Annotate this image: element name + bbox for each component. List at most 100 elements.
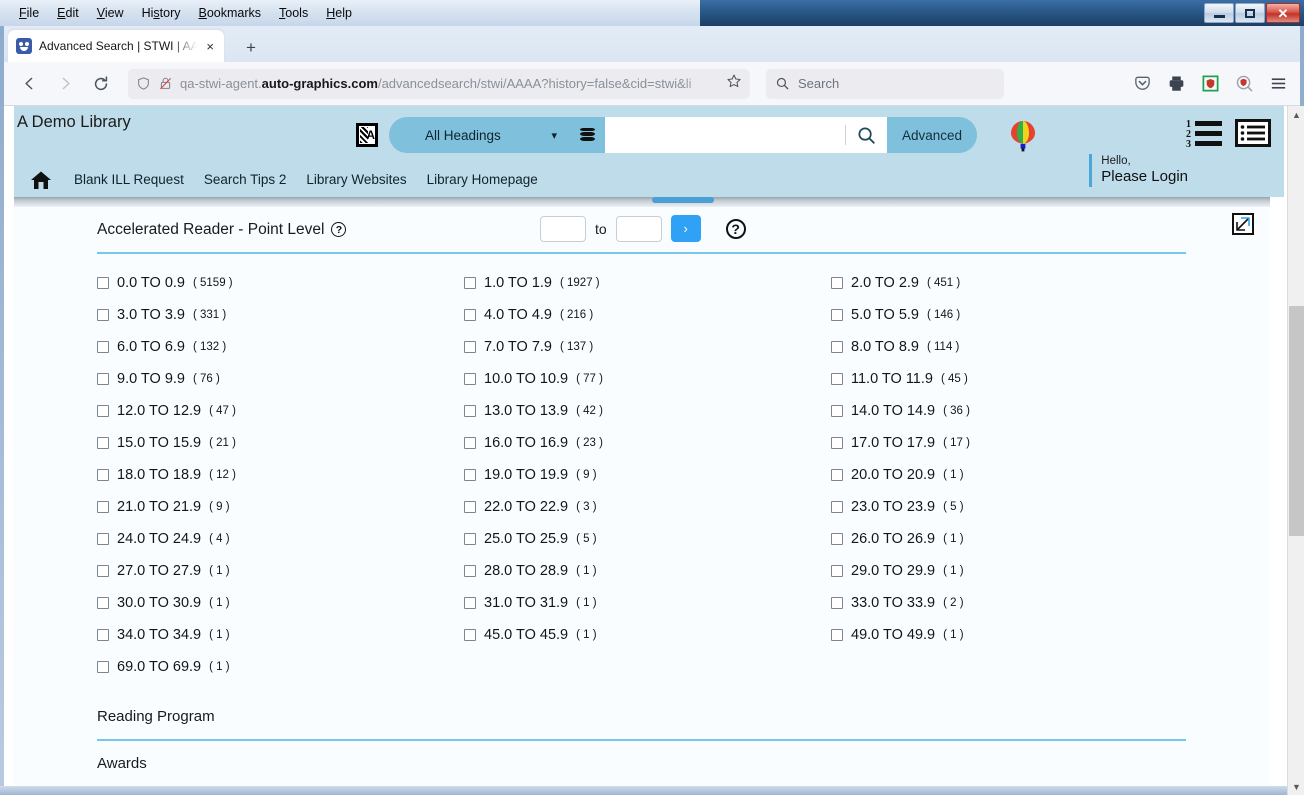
- close-window-button[interactable]: ✕: [1266, 3, 1300, 23]
- checkbox[interactable]: [831, 469, 843, 481]
- facet-option[interactable]: 31.0 TO 31.9 ( 1 ): [464, 587, 831, 619]
- checkbox[interactable]: [97, 629, 109, 641]
- checkbox[interactable]: [831, 565, 843, 577]
- checkbox[interactable]: [97, 437, 109, 449]
- checkbox[interactable]: [464, 469, 476, 481]
- facet-option[interactable]: 16.0 TO 16.9 ( 23 ): [464, 427, 831, 459]
- nav-link-search-tips-2[interactable]: Search Tips 2: [194, 172, 297, 187]
- facet-option[interactable]: 10.0 TO 10.9 ( 77 ): [464, 363, 831, 395]
- menu-history[interactable]: History: [133, 3, 190, 23]
- facet-option[interactable]: 6.0 TO 6.9 ( 132 ): [97, 331, 464, 363]
- facet-option[interactable]: 26.0 TO 26.9 ( 1 ): [831, 523, 1207, 555]
- facet-option[interactable]: 15.0 TO 15.9 ( 21 ): [97, 427, 464, 459]
- scroll-up-button[interactable]: ▲: [1288, 106, 1304, 123]
- maximize-button[interactable]: [1235, 3, 1265, 23]
- facet-option[interactable]: 30.0 TO 30.9 ( 1 ): [97, 587, 464, 619]
- facet-option[interactable]: 8.0 TO 8.9 ( 114 ): [831, 331, 1207, 363]
- checkbox[interactable]: [464, 405, 476, 417]
- print-icon[interactable]: [1166, 74, 1186, 94]
- facet-option[interactable]: 21.0 TO 21.9 ( 9 ): [97, 491, 464, 523]
- facet-option[interactable]: 2.0 TO 2.9 ( 451 ): [831, 267, 1207, 299]
- facet-option[interactable]: 24.0 TO 24.9 ( 4 ): [97, 523, 464, 555]
- search-scope-dropdown[interactable]: All Headings ▾: [389, 117, 569, 153]
- checkbox[interactable]: [97, 597, 109, 609]
- facet-option[interactable]: 9.0 TO 9.9 ( 76 ): [97, 363, 464, 395]
- checkbox[interactable]: [831, 277, 843, 289]
- facet-option[interactable]: 22.0 TO 22.9 ( 3 ): [464, 491, 831, 523]
- facet-option[interactable]: 27.0 TO 27.9 ( 1 ): [97, 555, 464, 587]
- menu-tools[interactable]: Tools: [270, 3, 317, 23]
- site-search-submit[interactable]: [845, 117, 887, 153]
- menu-view[interactable]: View: [88, 3, 133, 23]
- numbered-list-icon[interactable]: 1 2 3: [1186, 118, 1224, 150]
- help-icon[interactable]: ?: [331, 222, 347, 237]
- extension-shield-green-icon[interactable]: [1200, 74, 1220, 94]
- facet-option[interactable]: 14.0 TO 14.9 ( 36 ): [831, 395, 1207, 427]
- scroll-down-button[interactable]: ▼: [1288, 778, 1304, 795]
- user-login-area[interactable]: Hello, Please Login: [1089, 154, 1188, 188]
- facet-option[interactable]: 11.0 TO 11.9 ( 45 ): [831, 363, 1207, 395]
- balloon-icon[interactable]: [1008, 120, 1038, 152]
- menu-file[interactable]: File: [10, 3, 48, 23]
- checkbox[interactable]: [97, 533, 109, 545]
- checkbox[interactable]: [464, 629, 476, 641]
- facet-option[interactable]: 0.0 TO 0.9 ( 5159 ): [97, 267, 464, 299]
- section-awards[interactable]: Awards: [97, 741, 1186, 788]
- new-tab-button[interactable]: +: [240, 36, 262, 58]
- horizontal-scroll-strip[interactable]: [14, 197, 1270, 207]
- facet-option[interactable]: 4.0 TO 4.9 ( 216 ): [464, 299, 831, 331]
- horizontal-scroll-thumb[interactable]: [652, 197, 714, 203]
- checkbox[interactable]: [831, 437, 843, 449]
- list-view-icon[interactable]: [1234, 118, 1272, 148]
- checkbox[interactable]: [831, 405, 843, 417]
- checkbox[interactable]: [464, 565, 476, 577]
- checkbox[interactable]: [831, 373, 843, 385]
- language-icon[interactable]: A: [356, 123, 378, 147]
- checkbox[interactable]: [831, 309, 843, 321]
- checkbox[interactable]: [464, 437, 476, 449]
- login-link[interactable]: Please Login: [1101, 168, 1188, 187]
- checkbox[interactable]: [97, 501, 109, 513]
- checkbox[interactable]: [464, 373, 476, 385]
- facet-option[interactable]: 12.0 TO 12.9 ( 47 ): [97, 395, 464, 427]
- checkbox[interactable]: [97, 405, 109, 417]
- checkbox[interactable]: [464, 597, 476, 609]
- checkbox[interactable]: [97, 469, 109, 481]
- facet-option[interactable]: 45.0 TO 45.9 ( 1 ): [464, 619, 831, 651]
- facet-option[interactable]: 23.0 TO 23.9 ( 5 ): [831, 491, 1207, 523]
- menu-bookmarks[interactable]: Bookmarks: [190, 3, 271, 23]
- nav-link-library-websites[interactable]: Library Websites: [296, 172, 416, 187]
- facet-option[interactable]: 33.0 TO 33.9 ( 2 ): [831, 587, 1207, 619]
- nav-link-blank-ill-request[interactable]: Blank ILL Request: [64, 172, 194, 187]
- checkbox[interactable]: [831, 629, 843, 641]
- checkbox[interactable]: [464, 277, 476, 289]
- browser-tab-active[interactable]: Advanced Search | STWI | AAAA ×: [8, 30, 224, 62]
- facet-option[interactable]: 49.0 TO 49.9 ( 1 ): [831, 619, 1207, 651]
- reload-button[interactable]: [86, 69, 116, 99]
- facet-option[interactable]: 34.0 TO 34.9 ( 1 ): [97, 619, 464, 651]
- browser-search-box[interactable]: Search: [766, 68, 1004, 99]
- facet-option[interactable]: 13.0 TO 13.9 ( 42 ): [464, 395, 831, 427]
- menu-help[interactable]: Help: [317, 3, 361, 23]
- scrollbar-thumb[interactable]: [1289, 306, 1304, 536]
- facet-option[interactable]: 7.0 TO 7.9 ( 137 ): [464, 331, 831, 363]
- extension-search-shield-icon[interactable]: [1234, 74, 1254, 94]
- checkbox[interactable]: [831, 533, 843, 545]
- hamburger-menu-icon[interactable]: [1268, 74, 1288, 94]
- facet-option[interactable]: 69.0 TO 69.9 ( 1 ): [97, 651, 464, 683]
- nav-link-library-homepage[interactable]: Library Homepage: [417, 172, 548, 187]
- range-from-input[interactable]: [540, 215, 586, 242]
- lock-broken-icon[interactable]: [158, 76, 173, 91]
- checkbox[interactable]: [464, 341, 476, 353]
- facet-option[interactable]: 18.0 TO 18.9 ( 12 ): [97, 459, 464, 491]
- site-search-input[interactable]: [605, 117, 845, 153]
- section-reading-program[interactable]: Reading Program: [97, 694, 1186, 741]
- checkbox[interactable]: [831, 597, 843, 609]
- facet-option[interactable]: 3.0 TO 3.9 ( 331 ): [97, 299, 464, 331]
- page-scrollbar[interactable]: ▲ ▼: [1287, 106, 1304, 795]
- checkbox[interactable]: [831, 341, 843, 353]
- facet-option[interactable]: 17.0 TO 17.9 ( 17 ): [831, 427, 1207, 459]
- range-go-button[interactable]: ›: [670, 215, 701, 242]
- facet-option[interactable]: 20.0 TO 20.9 ( 1 ): [831, 459, 1207, 491]
- checkbox[interactable]: [831, 501, 843, 513]
